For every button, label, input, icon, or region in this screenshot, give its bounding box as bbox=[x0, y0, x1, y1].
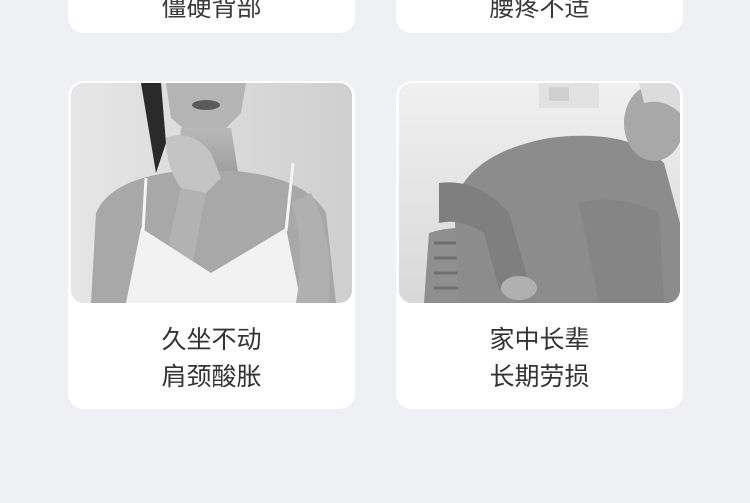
caption-line-1: 家中长辈 bbox=[489, 325, 590, 354]
caption-line-1: 久坐不动 bbox=[161, 325, 262, 354]
caption-line-2: 长期劳损 bbox=[489, 362, 590, 391]
card-neck-shoulder: 久坐不动 肩颈酸胀 bbox=[68, 81, 355, 409]
elderly-man-holding-back-photo bbox=[399, 83, 680, 303]
card-elderly-strain: 家中长辈 长期劳损 bbox=[396, 81, 683, 409]
card-back-pain: 腰疼不适 bbox=[396, 0, 683, 33]
card-caption-block: 久坐不动 肩颈酸胀 bbox=[68, 321, 355, 395]
card-caption-block: 家中长辈 长期劳损 bbox=[396, 321, 683, 395]
card-stiff-back: 僵硬背部 bbox=[68, 0, 355, 33]
woman-touching-neck-photo bbox=[71, 83, 352, 303]
caption-line-2: 肩颈酸胀 bbox=[161, 362, 262, 391]
card-caption: 僵硬背部 bbox=[161, 0, 262, 22]
card-caption: 腰疼不适 bbox=[489, 0, 590, 22]
